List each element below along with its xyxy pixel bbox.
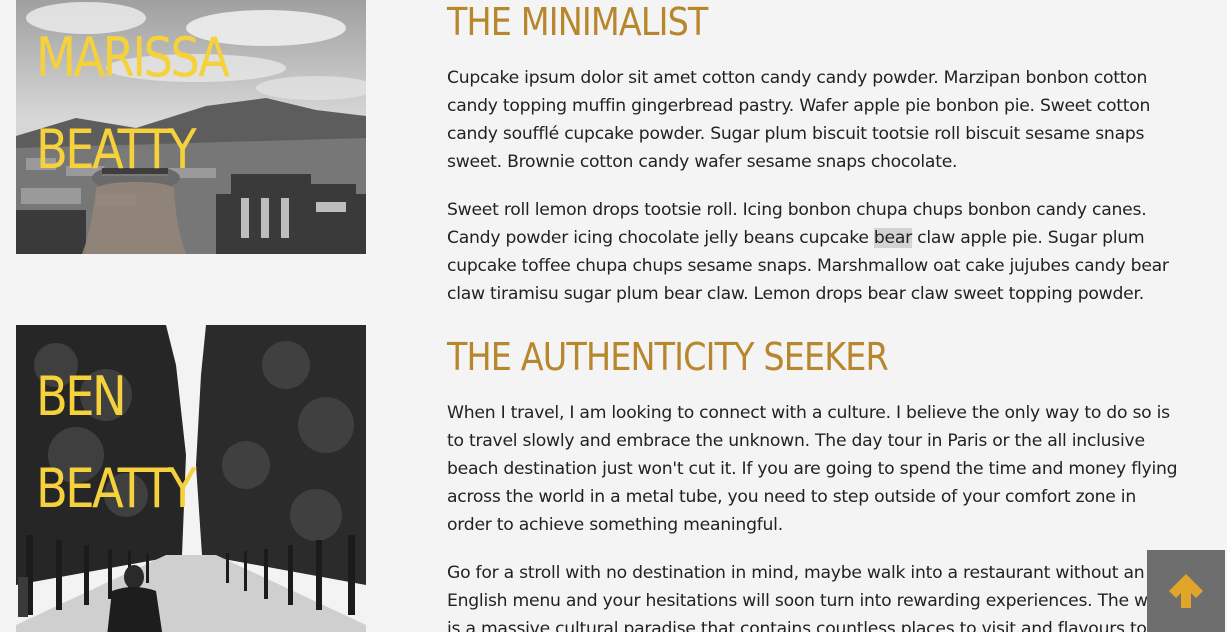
profile-bio-ben: THE AUTHENTICITY SEEKER When I travel, I… xyxy=(447,335,1182,632)
profile-bio-marissa: THE MINIMALIST Cupcake ipsum dolor sit a… xyxy=(447,0,1182,308)
bio-paragraph: Go for a stroll with no destination in m… xyxy=(447,563,1181,632)
bio-paragraph: When I travel, I am looking to connect w… xyxy=(447,403,1178,535)
first-name: BEN xyxy=(36,365,127,428)
bio-paragraph: Cupcake ipsum dolor sit amet cotton cand… xyxy=(447,68,1151,172)
selected-text-highlight: bear xyxy=(873,228,912,248)
profile-photo-ben: BEN BEATTY xyxy=(16,325,366,632)
last-name: BEATTY xyxy=(36,118,197,181)
bio-paragraph: Sweet roll lemon drops tootsie roll. Ici… xyxy=(447,196,1182,308)
last-name: BEATTY xyxy=(36,457,197,520)
profile-name-marissa: MARISSA BEATTY xyxy=(36,12,230,196)
scroll-to-top-button[interactable] xyxy=(1147,550,1225,632)
first-name: MARISSA xyxy=(36,26,230,89)
profile-name-ben: BEN BEATTY xyxy=(36,351,197,535)
section-heading: THE AUTHENTICITY SEEKER xyxy=(447,335,889,379)
profile-photo-marissa: MARISSA BEATTY xyxy=(16,0,366,254)
section-heading: THE MINIMALIST xyxy=(447,0,708,44)
arrow-up-icon xyxy=(1169,574,1203,608)
